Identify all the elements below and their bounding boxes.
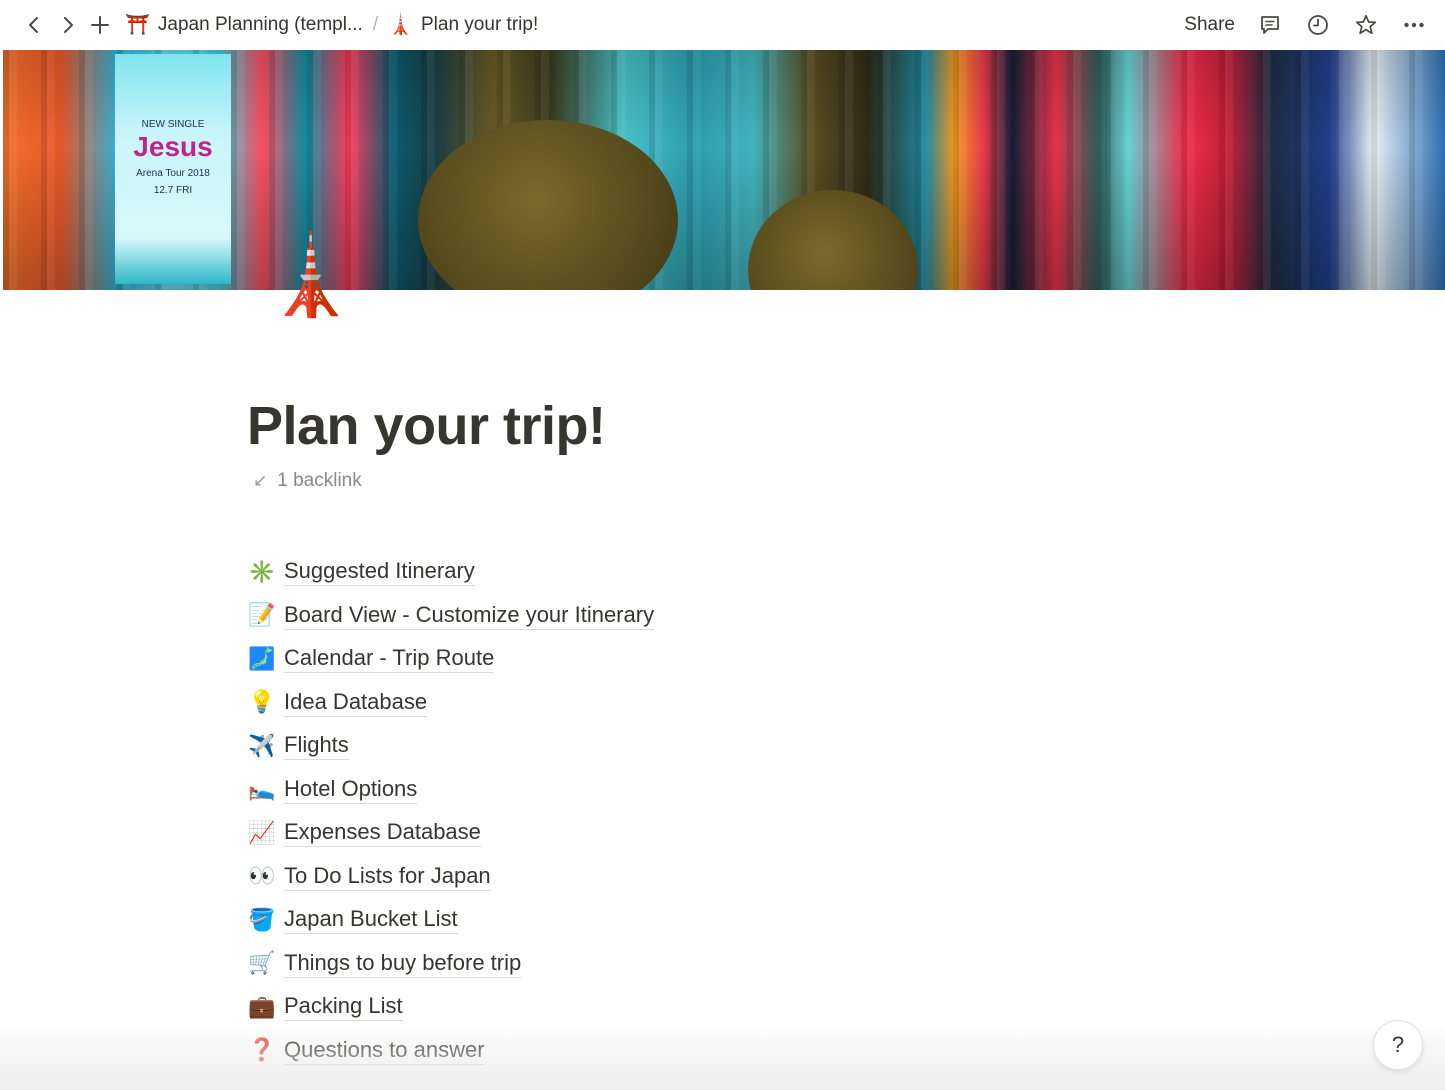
page-link-label: Suggested Itinerary [284,557,475,587]
page-links-list: ✳️ Suggested Itinerary 📝 Board View - Cu… [247,550,655,1073]
page-link-suggested-itinerary[interactable]: ✳️ Suggested Itinerary [247,550,654,594]
cover-tree [748,190,918,290]
billboard-subtitle: NEW SINGLE [141,119,205,130]
bottom-fade [0,1020,1445,1090]
page-link-to-do-lists[interactable]: 👀 To Do Lists for Japan [247,855,654,899]
page-link-label: To Do Lists for Japan [284,862,491,891]
breadcrumb-separator: / [372,14,379,35]
help-button[interactable]: ? [1373,1020,1423,1070]
chart-increasing-icon: 📈 [248,819,276,845]
notion-window: ⛩️ Japan Planning (templ... / 🗼 Plan you… [0,0,1445,1090]
page-link-label: Questions to answer [284,1036,485,1065]
comment-icon [1261,16,1279,34]
billboard-title: Jesus [133,131,213,162]
tokyo-tower-icon: 🗼 [388,14,413,36]
shopping-cart-icon: 🛒 [248,950,276,976]
more-button[interactable] [1401,12,1427,38]
page-link-label: Hotel Options [284,775,418,804]
airplane-icon: ✈️ [248,732,276,758]
back-button[interactable] [19,10,49,40]
page-link-hotel-options[interactable]: 🛌 Hotel Options [247,768,654,812]
page-link-label: Expenses Database [284,818,481,848]
page-icon-tokyo-tower[interactable]: 🗼 [262,236,359,314]
billboard-line-2: 12.7 FRI [153,185,193,196]
page-link-things-to-buy[interactable]: 🛒 Things to buy before trip [247,942,654,986]
chevron-left-icon [29,17,38,33]
page-title[interactable]: Plan your trip! [247,390,1147,462]
question-mark-icon: ❓ [248,1037,276,1063]
billboard-line-1: Arena Tour 2018 [136,168,210,179]
more-icon [1404,22,1424,28]
page-link-flights[interactable]: ✈️ Flights [247,724,654,768]
backlink-count: 1 backlink [277,470,362,491]
breadcrumb-label: Japan Planning (templ... [157,14,363,35]
backlink-arrow-icon: ↙ [253,471,268,490]
updates-button[interactable] [1305,12,1331,38]
page-link-calendar-trip-route[interactable]: 🗾 Calendar - Trip Route [247,637,654,681]
breadcrumb: ⛩️ Japan Planning (templ... / 🗼 Plan you… [119,12,544,38]
japan-map-icon: 🗾 [248,645,276,671]
comments-button[interactable] [1257,12,1283,38]
page-link-expenses-database[interactable]: 📈 Expenses Database [247,811,654,855]
bed-icon: 🛌 [248,776,276,802]
favorite-button[interactable] [1353,12,1379,38]
torii-gate-icon: ⛩️ [125,14,150,36]
breadcrumb-item-plan-your-trip[interactable]: 🗼 Plan your trip! [382,12,544,38]
page-link-questions-to-answer[interactable]: ❓ Questions to answer [247,1029,654,1073]
new-page-button[interactable] [85,10,115,40]
bucket-icon: 🪣 [248,906,276,932]
plus-icon [91,16,109,34]
page-link-idea-database[interactable]: 💡 Idea Database [247,681,654,725]
page-link-label: Calendar - Trip Route [284,644,495,674]
page-content: Plan your trip! ↙ 1 backlink ✳️ Suggeste… [247,390,1147,1065]
page-link-label: Flights [284,731,349,761]
history-icon [1308,15,1328,35]
breadcrumb-item-japan-planning[interactable]: ⛩️ Japan Planning (templ... [119,12,369,38]
page-link-packing-list[interactable]: 💼 Packing List [247,985,654,1029]
eight-spoked-asterisk-icon: ✳️ [248,558,276,584]
page-link-label: Idea Database [284,688,428,717]
page-link-japan-bucket-list[interactable]: 🪣 Japan Bucket List [247,898,654,942]
cover-image[interactable]: NEW SINGLE Jesus Arena Tour 2018 12.7 FR… [3,50,1445,290]
top-bar: ⛩️ Japan Planning (templ... / 🗼 Plan you… [0,0,1445,50]
topbar-actions: Share [1184,0,1427,50]
memo-icon: 📝 [248,602,276,628]
share-button[interactable]: Share [1184,14,1235,36]
cover-tree [418,120,678,290]
page-link-label: Japan Bucket List [284,905,458,935]
forward-button[interactable] [53,10,83,40]
page-link-board-view[interactable]: 📝 Board View - Customize your Itinerary [247,594,655,638]
light-bulb-icon: 💡 [248,689,276,715]
page-link-label: Things to buy before trip [284,949,522,978]
star-icon [1355,14,1377,35]
eyes-icon: 👀 [248,863,276,889]
briefcase-icon: 💼 [248,993,276,1019]
chevron-right-icon [64,17,73,33]
page-link-label: Board View - Customize your Itinerary [284,601,655,630]
breadcrumb-label: Plan your trip! [421,14,539,35]
cover-billboard: NEW SINGLE Jesus Arena Tour 2018 12.7 FR… [115,54,231,284]
backlinks-button[interactable]: ↙ 1 backlink [253,464,362,498]
page-link-label: Packing List [284,992,403,1022]
